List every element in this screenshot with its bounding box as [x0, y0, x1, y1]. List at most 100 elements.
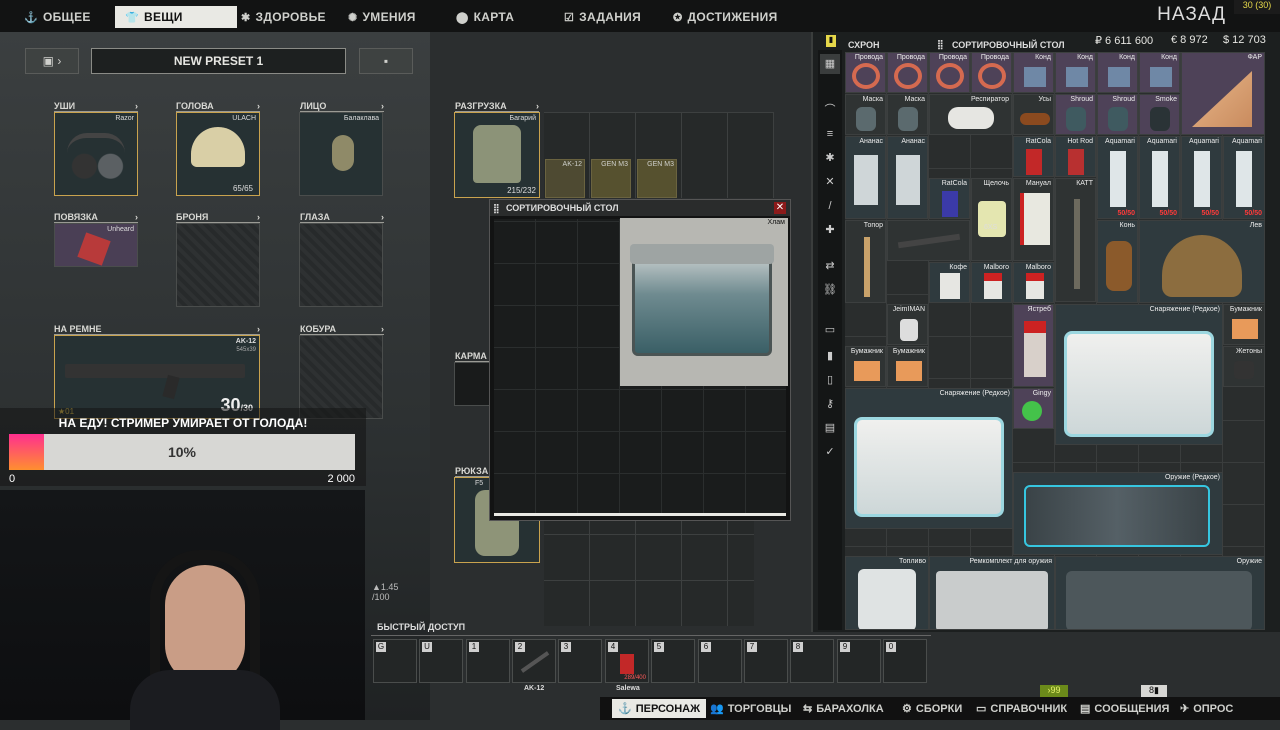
stash-item-aquamari[interactable]: Aquamari 50/50 — [1097, 136, 1138, 219]
tab-general[interactable]: ⚓ ОБЩЕЕ — [24, 6, 91, 28]
stash-item-aquamari[interactable]: Aquamari 50/50 — [1181, 136, 1222, 219]
stash-item-rc-cola[interactable]: RatCola — [929, 178, 970, 219]
stash-item-wires[interactable]: Провода — [971, 52, 1012, 93]
stash-item-rc-cola[interactable]: RatCola — [1013, 136, 1054, 177]
filter-info-icon[interactable]: ▯ — [820, 370, 840, 390]
stash-item-capacitor[interactable]: Конд — [1055, 52, 1096, 93]
stash-item-alkali[interactable]: Щелочь 6XS — [971, 178, 1012, 261]
stash-item-gear-case[interactable]: Снаряжение (Редкое) — [845, 388, 1013, 529]
backpack-grid[interactable] — [544, 520, 754, 626]
tab-messages[interactable]: ▤ СООБЩЕНИЯ — [1080, 699, 1169, 718]
slot-pockets[interactable] — [454, 362, 490, 406]
stash-item-weapon-case[interactable]: Оружие — [1055, 556, 1265, 630]
rig-item-magazine[interactable]: GEN M3 — [591, 159, 631, 198]
preset-name[interactable]: NEW PRESET 1 — [91, 48, 346, 74]
rig-item-magazine[interactable]: GEN M3 — [637, 159, 677, 198]
stash-item-hawk[interactable]: Ястреб — [1013, 304, 1054, 387]
stash-item-manual[interactable]: Мануал — [1013, 178, 1054, 261]
tab-stash[interactable]: СХРОН — [848, 40, 880, 50]
stash-item-tokens[interactable]: Жетоны — [1223, 346, 1265, 387]
tab-achievements[interactable]: ✪ ДОСТИЖЕНИЯ — [673, 6, 778, 28]
filter-special-icon[interactable]: ✓ — [820, 442, 840, 462]
stash-item-fuel[interactable]: Топливо — [845, 556, 929, 630]
stash-item-repair-kit[interactable]: Ремкомплект для оружия — [929, 556, 1055, 630]
preset-menu-button[interactable]: ▣ › — [25, 48, 79, 74]
quick-slot[interactable]: 0 — [883, 639, 927, 683]
filter-containers-icon[interactable]: ▭ — [820, 320, 840, 340]
stash-item-capacitor[interactable]: Конд — [1097, 52, 1138, 93]
back-button[interactable]: НАЗАД — [1157, 4, 1226, 26]
tab-survey[interactable]: ✈ ОПРОС — [1180, 699, 1233, 718]
filter-gear-icon[interactable]: ✱ — [820, 148, 840, 168]
stash-item-gingy[interactable]: Gingy — [1013, 388, 1054, 429]
tab-tasks[interactable]: ☑ ЗАДАНИЯ — [564, 6, 641, 28]
filter-weapon-icon[interactable]: ⌒ — [820, 100, 840, 120]
quick-slot[interactable]: 3 — [558, 639, 602, 683]
stash-item-papers[interactable]: Бумажник — [887, 346, 928, 387]
slot-head[interactable]: ULACH 65/65 — [176, 112, 260, 196]
stash-item-papers[interactable]: Бумажник — [1223, 304, 1265, 345]
stash-item-malboro[interactable]: Malboro — [971, 262, 1012, 303]
tab-builds[interactable]: ⚙ СБОРКИ — [902, 699, 962, 718]
sorting-table-item[interactable]: Хлам — [620, 218, 788, 386]
slot-holster[interactable] — [299, 335, 383, 419]
filter-ammo-icon[interactable]: ≡ — [820, 124, 840, 144]
stash-item-horse[interactable]: Конь — [1097, 220, 1138, 303]
stash-item-axe[interactable]: Топор — [845, 220, 886, 303]
filter-keys-icon[interactable]: ⚷ — [820, 394, 840, 414]
tab-sorting-table[interactable]: СОРТИРОВОЧНЫЙ СТОЛ — [952, 40, 1065, 50]
stash-item-papers[interactable]: Бумажник — [845, 346, 886, 387]
stash-item-pineapple[interactable]: Ананас — [887, 136, 928, 219]
modal-scrollbar[interactable] — [494, 513, 786, 516]
stash-item-malboro[interactable]: Malboro — [1013, 262, 1054, 303]
quick-slot[interactable]: 6 — [698, 639, 742, 683]
slot-armor[interactable] — [176, 223, 260, 307]
quick-slot-medkit[interactable]: 4 289/400 — [605, 639, 649, 683]
slot-eyes[interactable] — [299, 223, 383, 307]
save-preset-button[interactable]: ▪ — [359, 48, 413, 74]
quick-slot[interactable]: 5 — [651, 639, 695, 683]
stash-item-shroud[interactable]: Shroud — [1055, 94, 1096, 135]
filter-provisions-icon[interactable]: ▮ — [820, 346, 840, 366]
quick-slot[interactable]: G — [373, 639, 417, 683]
stash-item-capacitor[interactable]: Конд — [1013, 52, 1054, 93]
rig-grid-top[interactable] — [544, 112, 774, 158]
filter-melee-icon[interactable]: ✕ — [820, 172, 840, 192]
stash-item-lion[interactable]: Лев — [1139, 220, 1265, 303]
slot-armband[interactable]: Unheard — [54, 223, 138, 267]
close-icon[interactable]: ✕ — [774, 202, 786, 214]
slot-ears[interactable]: Razor — [54, 112, 138, 196]
filter-knife-icon[interactable]: / — [820, 196, 840, 216]
quick-slot-weapon[interactable]: 2 — [512, 639, 556, 683]
stash-item-pineapple[interactable]: Ананас — [845, 136, 886, 219]
stash-item-far[interactable]: ФАР — [1181, 52, 1265, 135]
stash-item-wires[interactable]: Провода — [887, 52, 928, 93]
stash-item-aquamari[interactable]: Aquamari 50/50 — [1139, 136, 1180, 219]
tab-traders[interactable]: 👥 ТОРГОВЦЫ — [710, 699, 791, 718]
filter-meds-icon[interactable]: ✚ — [820, 220, 840, 240]
tab-skills[interactable]: ✺ УМЕНИЯ — [348, 6, 416, 28]
stash-item-respirator[interactable]: Респиратор — [929, 94, 1012, 135]
slot-belt-weapon[interactable]: AK-12 545x39 30/30 ★01 — [54, 335, 260, 419]
tab-handbook[interactable]: ▭ СПРАВОЧНИК — [976, 699, 1067, 718]
quick-slot[interactable]: U — [419, 639, 463, 683]
quick-slot[interactable]: 8 — [790, 639, 834, 683]
stash-item-wires[interactable]: Провода — [929, 52, 970, 93]
filter-maps-icon[interactable]: ▤ — [820, 418, 840, 438]
stash-item-knife[interactable] — [887, 220, 970, 261]
stash-item-gear-case[interactable]: Снаряжение (Редкое) — [1055, 304, 1223, 445]
stash-item-shroud[interactable]: Shroud — [1097, 94, 1138, 135]
stash-item-dogtag[interactable]: JeimIMAN — [887, 304, 928, 345]
stash-item-capacitor[interactable]: Конд — [1139, 52, 1180, 93]
stash-item-wires[interactable]: Провода — [845, 52, 886, 93]
tab-health[interactable]: ✱ ЗДОРОВЬЕ — [241, 6, 326, 28]
rig-item-magazine[interactable]: AK-12 — [545, 159, 585, 198]
stash-item-mask[interactable]: Маска — [887, 94, 928, 135]
filter-all-icon[interactable]: ▦ — [820, 54, 840, 74]
quick-slot[interactable]: 7 — [744, 639, 788, 683]
quick-slot[interactable]: 9 — [837, 639, 881, 683]
stash-item-smoke[interactable]: Smoke — [1139, 94, 1180, 135]
tab-flea-market[interactable]: ⇆ БАРАХОЛКА — [803, 699, 884, 718]
stash-item-mask[interactable]: Маска — [845, 94, 886, 135]
tab-character[interactable]: ⚓ ПЕРСОНАЖ — [612, 699, 707, 718]
